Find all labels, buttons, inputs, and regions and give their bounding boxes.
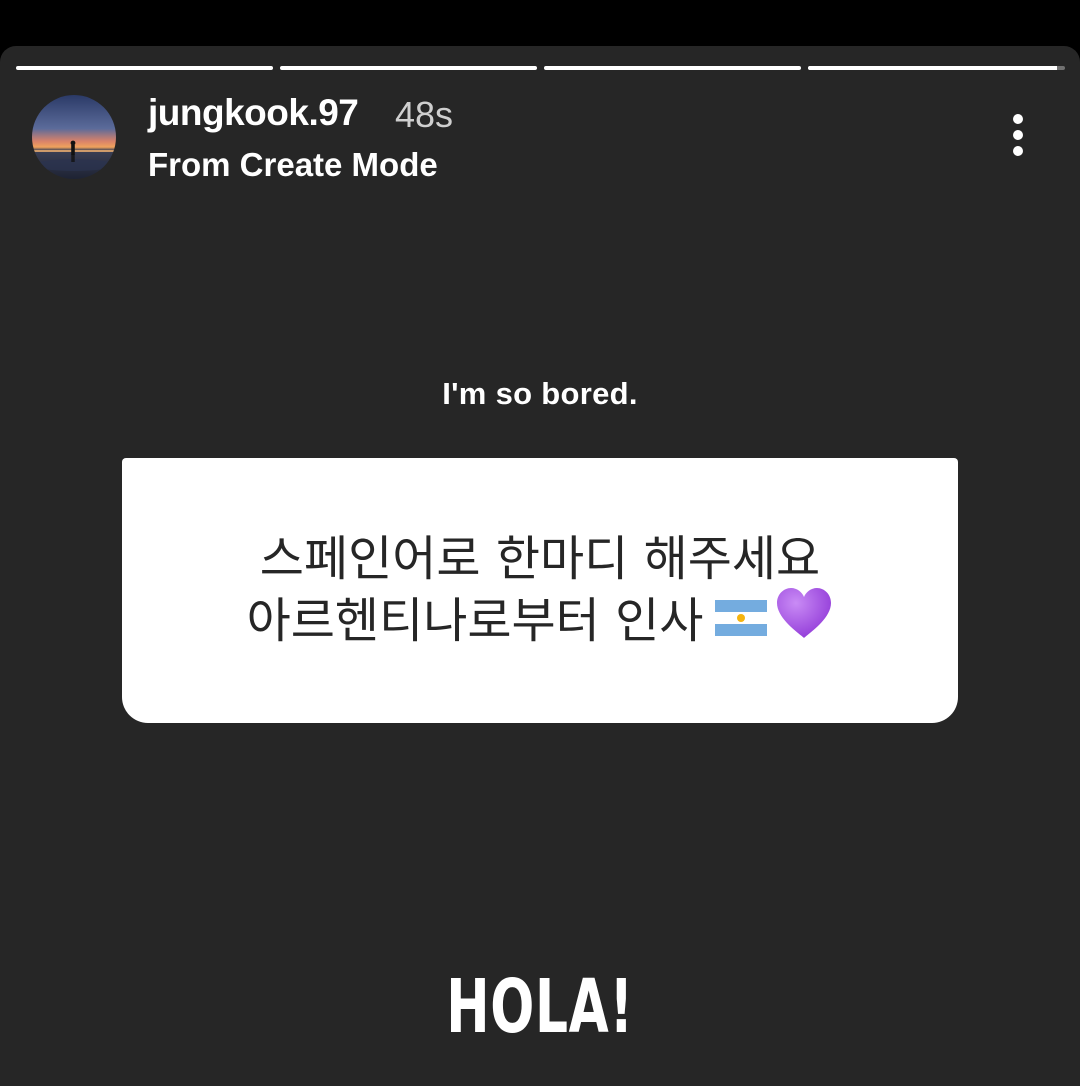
story-source-label[interactable]: From Create Mode: [148, 146, 438, 184]
more-dot: [1013, 114, 1023, 124]
answer-text: HOLA!: [446, 964, 634, 1050]
progress-segment: [544, 66, 801, 70]
question-sticker[interactable]: 스페인어로 한마디 해주세요 아르헨티나로부터 인사: [122, 458, 958, 723]
more-dot: [1013, 146, 1023, 156]
story-progress-bar: [16, 66, 1066, 70]
time-ago: 48s: [395, 94, 454, 135]
username[interactable]: jungkook.97: [148, 92, 359, 134]
story-caption: I'm so bored.: [442, 376, 638, 411]
progress-fill: [544, 66, 801, 70]
progress-segment: [280, 66, 537, 70]
story-viewer[interactable]: jungkook.97 48s From Create Mode I'm so …: [0, 46, 1080, 1086]
avatar[interactable]: [32, 95, 116, 179]
sunset-silhouette-avatar: [32, 95, 116, 179]
progress-fill: [16, 66, 273, 70]
purple-heart-icon: [775, 586, 833, 655]
progress-fill: [808, 66, 1058, 70]
progress-fill: [280, 66, 537, 70]
more-dot: [1013, 130, 1023, 140]
more-vertical-icon[interactable]: [998, 108, 1038, 160]
question-line-2-row: 아르헨티나로부터 인사: [122, 587, 958, 655]
question-line-2: 아르헨티나로부터 인사: [246, 593, 704, 649]
progress-segment: [16, 66, 273, 70]
progress-segment: [808, 66, 1065, 70]
argentina-flag-icon: [715, 589, 768, 651]
question-line-1: 스페인어로 한마디 해주세요: [259, 531, 821, 587]
